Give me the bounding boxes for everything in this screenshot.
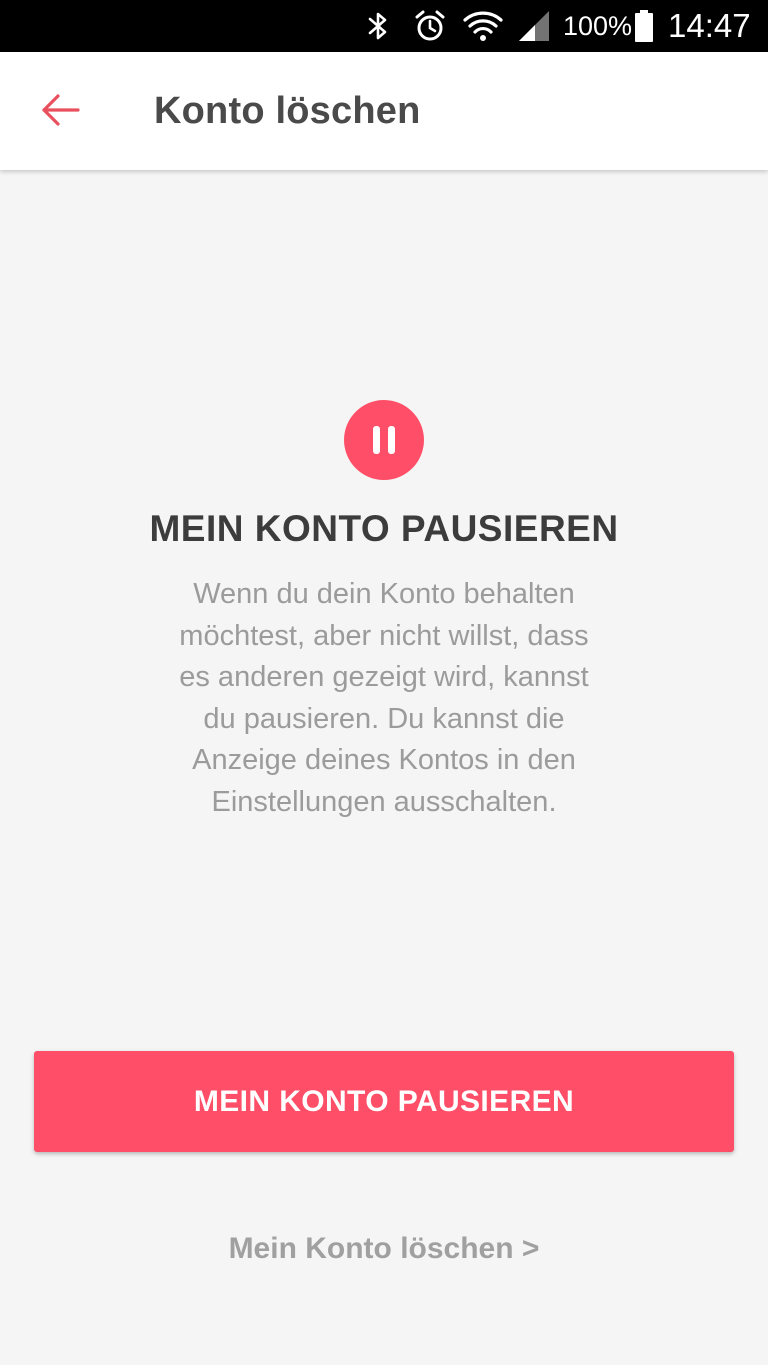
status-bar: 100% 14:47	[0, 0, 768, 52]
pause-badge	[344, 400, 424, 480]
section-heading: MEIN KONTO PAUSIEREN	[149, 508, 619, 549]
pause-account-button[interactable]: MEIN KONTO PAUSIEREN	[34, 1051, 734, 1152]
description-line: Anzeige deines Kontos in den	[192, 744, 576, 776]
description-text: Wenn du dein Konto behalten möchtest, ab…	[134, 574, 634, 823]
screen: 100% 14:47 Konto löschen MEIN KONTO PAUS…	[0, 0, 768, 1365]
pause-icon	[369, 426, 399, 454]
battery-percent: 100%	[563, 10, 633, 41]
wifi-icon	[462, 0, 504, 52]
app-bar: Konto löschen	[0, 52, 768, 170]
description-line: Wenn du dein Konto behalten	[193, 578, 575, 610]
description-line: es anderen gezeigt wird, kannst	[179, 661, 589, 693]
description-line: du pausieren. Du kannst die	[203, 702, 565, 735]
page-title: Konto löschen	[154, 89, 421, 132]
description-line: möchtest, aber nicht willst, dass	[179, 619, 589, 652]
battery-icon	[632, 0, 656, 52]
delete-account-link[interactable]: Mein Konto löschen >	[0, 1232, 768, 1266]
bluetooth-icon	[362, 0, 394, 52]
back-button[interactable]	[20, 72, 100, 152]
alarm-icon	[410, 0, 450, 52]
arrow-back-icon	[40, 92, 80, 133]
cell-signal-icon	[516, 0, 552, 52]
status-clock: 14:47	[668, 7, 751, 44]
description-line: Einstellungen ausschalten.	[211, 785, 557, 818]
